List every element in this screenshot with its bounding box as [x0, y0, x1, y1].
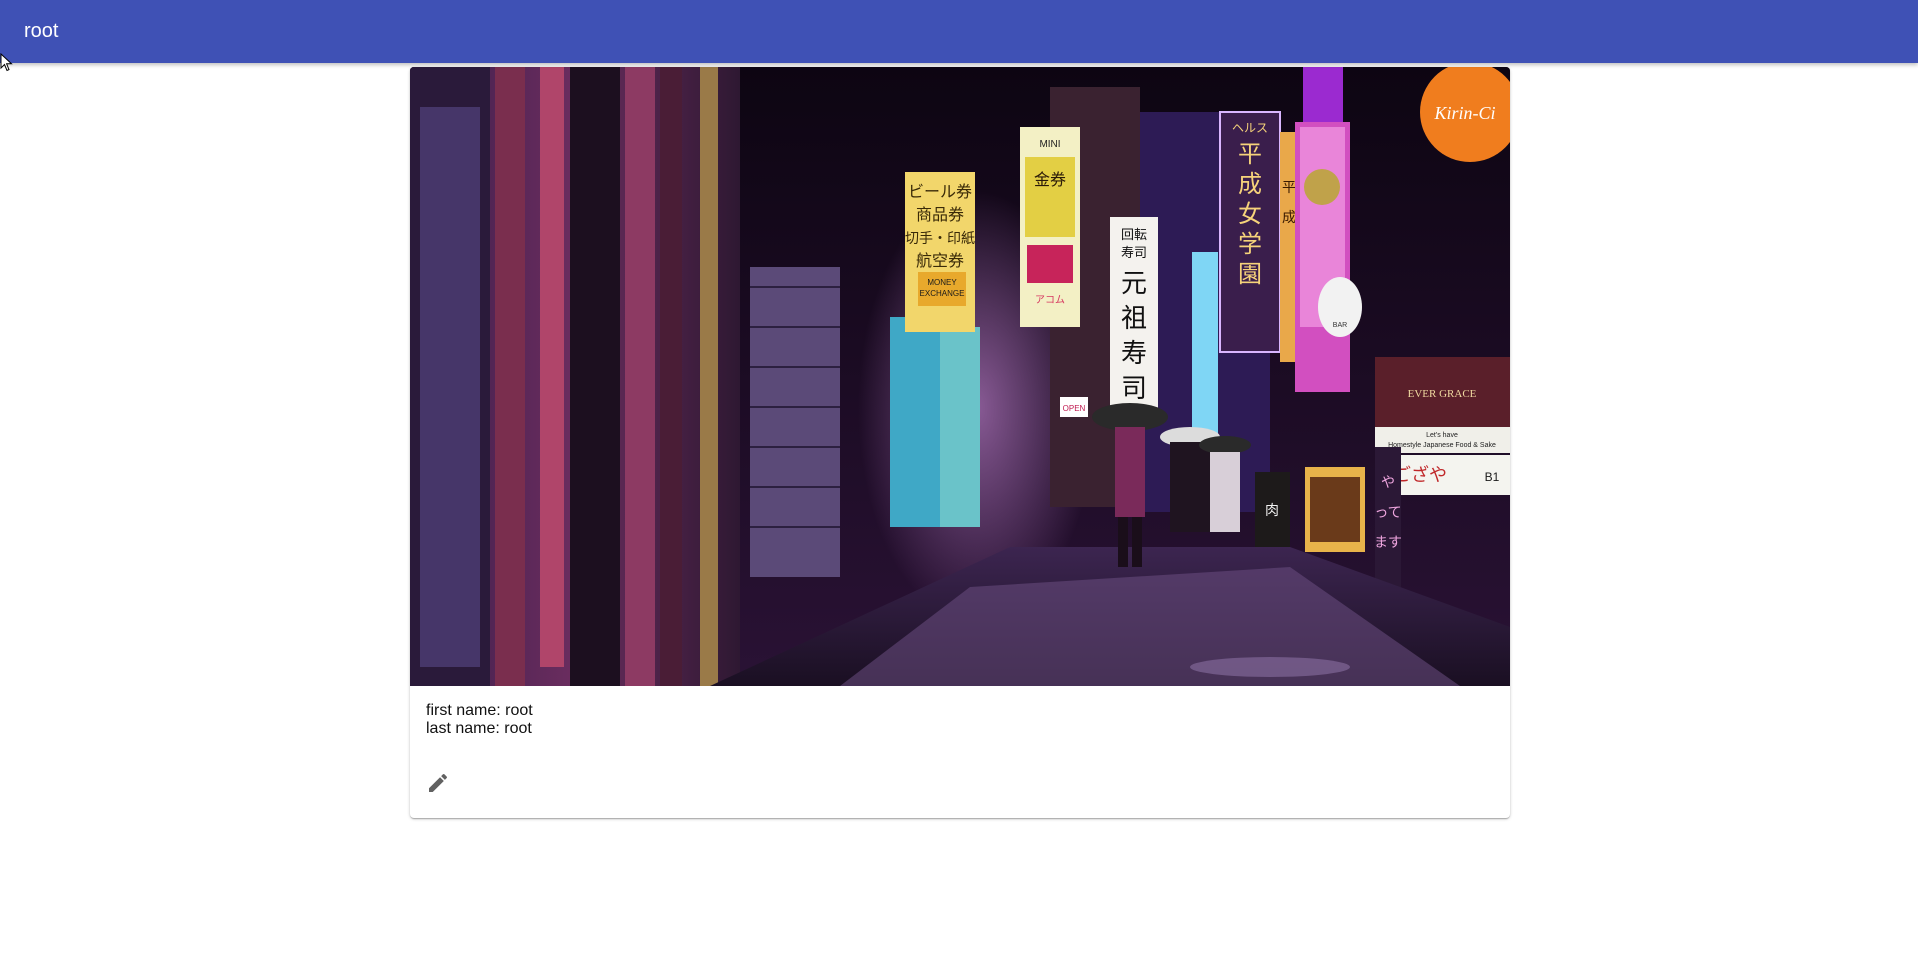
- mouse-cursor-icon: [0, 53, 13, 72]
- pencil-icon: [429, 773, 448, 792]
- svg-text:Let's have: Let's have: [1426, 432, 1458, 439]
- svg-text:肉: 肉: [1265, 502, 1279, 518]
- svg-text:Homestyle Japanese Food & Sake: Homestyle Japanese Food & Sake: [1388, 442, 1496, 449]
- user-details: first name: root last name: root: [426, 702, 533, 738]
- svg-text:切手・印紙: 切手・印紙: [905, 230, 975, 246]
- svg-text:寿: 寿: [1121, 338, 1147, 368]
- last-name-text: last name: root: [426, 720, 532, 737]
- svg-text:航空券: 航空券: [916, 252, 964, 270]
- svg-text:EVER GRACE: EVER GRACE: [1408, 388, 1477, 400]
- svg-text:商品券: 商品券: [916, 206, 964, 224]
- svg-text:園: 園: [1238, 261, 1262, 288]
- svg-text:平: 平: [1238, 141, 1262, 168]
- svg-text:ます: ます: [1374, 534, 1402, 550]
- svg-text:祖: 祖: [1121, 303, 1147, 333]
- svg-text:ビール券: ビール券: [908, 183, 972, 201]
- svg-text:MONEY: MONEY: [927, 278, 957, 287]
- svg-text:Kirin-Ci: Kirin-Ci: [1433, 103, 1495, 123]
- svg-text:成: 成: [1238, 171, 1262, 198]
- first-name-text: first name: root: [426, 702, 533, 719]
- svg-text:平: 平: [1282, 179, 1296, 195]
- svg-text:寿司: 寿司: [1121, 245, 1147, 260]
- svg-text:EXCHANGE: EXCHANGE: [920, 289, 965, 298]
- svg-text:OPEN: OPEN: [1063, 404, 1086, 413]
- svg-text:BAR: BAR: [1333, 322, 1347, 329]
- card-photo: ビール券 商品券 切手・印紙 航空券 MONEY EXCHANGE MINI 金…: [410, 67, 1510, 686]
- street-photo: ビール券 商品券 切手・印紙 航空券 MONEY EXCHANGE MINI 金…: [410, 67, 1510, 686]
- svg-text:女: 女: [1238, 201, 1262, 228]
- svg-text:B1: B1: [1485, 470, 1500, 484]
- svg-text:学: 学: [1238, 231, 1262, 258]
- app-title: root: [24, 20, 59, 42]
- svg-text:MINI: MINI: [1039, 139, 1060, 150]
- svg-text:や: や: [1381, 474, 1395, 490]
- user-card: ビール券 商品券 切手・印紙 航空券 MONEY EXCHANGE MINI 金…: [410, 67, 1510, 818]
- card-actions: [418, 757, 458, 809]
- svg-text:って: って: [1374, 504, 1401, 520]
- edit-button[interactable]: [418, 763, 458, 803]
- svg-text:アコム: アコム: [1035, 294, 1065, 306]
- svg-text:回転: 回転: [1121, 227, 1147, 242]
- app-bar: root: [0, 0, 1918, 63]
- svg-text:ヘルス: ヘルス: [1232, 121, 1268, 135]
- svg-text:ござや: ござや: [1393, 464, 1447, 485]
- svg-text:司: 司: [1121, 373, 1147, 403]
- svg-text:成: 成: [1282, 209, 1296, 225]
- svg-text:元: 元: [1121, 268, 1147, 298]
- svg-text:金券: 金券: [1034, 171, 1066, 189]
